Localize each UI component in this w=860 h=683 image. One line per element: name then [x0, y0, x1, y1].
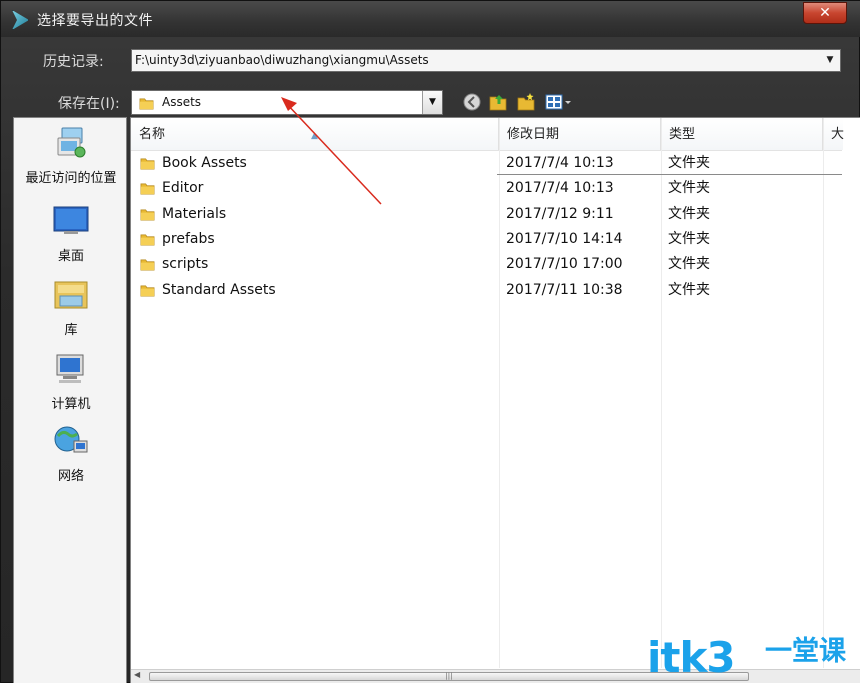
file-type: 文件夹: [668, 282, 710, 298]
history-value: F:\uinty3d\ziyuanbao\diwuzhang\xiangmu\A…: [135, 53, 429, 67]
file-date: 2017/7/11 10:38: [506, 282, 623, 298]
horizontal-scrollbar[interactable]: ◀ |||: [131, 669, 860, 683]
export-file-dialog: 选择要导出的文件 ✕ 历史记录: F:\uinty3d\ziyuanbao\di…: [0, 0, 860, 683]
file-type: 文件夹: [668, 155, 710, 171]
sidebar-item-label: 网络: [57, 469, 84, 484]
desktop-icon: [53, 206, 89, 234]
computer-icon: [56, 354, 84, 383]
sidebar-item-network[interactable]: 网络: [14, 424, 128, 484]
file-date: 2017/7/10 17:00: [506, 256, 623, 272]
file-type: 文件夹: [668, 256, 710, 272]
file-row[interactable]: Book Assets 2017/7/4 10:13 文件夹: [132, 151, 842, 176]
folder-icon: [139, 98, 154, 110]
app-icon: [12, 10, 29, 30]
chevron-down-icon[interactable]: ▼: [822, 52, 838, 69]
folder-icon: [140, 158, 155, 170]
file-type: 文件夹: [668, 180, 710, 196]
sidebar-item-desktop[interactable]: 桌面: [14, 204, 128, 264]
sidebar-item-libraries[interactable]: 库: [14, 278, 128, 338]
up-folder-icon[interactable]: [487, 91, 509, 113]
file-row[interactable]: scripts 2017/7/10 17:00 文件夹: [132, 252, 842, 277]
save-in-combobox[interactable]: Assets ▼: [131, 90, 443, 115]
file-type: 文件夹: [668, 231, 710, 247]
file-row[interactable]: Editor 2017/7/4 10:13 文件夹: [132, 176, 842, 201]
file-type: 文件夹: [668, 206, 710, 222]
watermark-subtitle: 一堂课: [765, 636, 846, 667]
file-date: 2017/7/4 10:13: [506, 180, 614, 196]
libraries-icon: [54, 281, 88, 309]
watermark-logo: itk3: [647, 633, 736, 682]
history-combobox[interactable]: F:\uinty3d\ziyuanbao\diwuzhang\xiangmu\A…: [131, 49, 841, 72]
file-date: 2017/7/4 10:13: [506, 155, 614, 171]
view-menu-icon[interactable]: [544, 91, 574, 113]
sidebar-item-label: 库: [64, 323, 78, 338]
window-title: 选择要导出的文件: [37, 13, 153, 29]
close-button[interactable]: ✕: [803, 2, 847, 24]
column-header-name[interactable]: 名称 ▲: [131, 118, 499, 150]
new-folder-icon[interactable]: [515, 91, 537, 113]
back-icon[interactable]: [461, 91, 483, 113]
network-icon: [54, 426, 88, 453]
file-row[interactable]: prefabs 2017/7/10 14:14 文件夹: [132, 227, 842, 252]
folder-icon: [140, 234, 155, 246]
file-row[interactable]: Materials 2017/7/12 9:11 文件夹: [132, 202, 842, 227]
sort-ascending-icon: ▲: [311, 131, 318, 141]
file-list: 名称 ▲ 修改日期 类型 大 Book Assets 2017/7/4 10:1…: [130, 117, 860, 683]
column-header-date[interactable]: 修改日期: [499, 118, 661, 150]
file-date: 2017/7/10 14:14: [506, 231, 623, 247]
folder-icon: [140, 209, 155, 221]
save-in-value: Assets: [162, 95, 202, 109]
history-label: 历史记录:: [43, 54, 104, 70]
column-header-type[interactable]: 类型: [661, 118, 823, 150]
file-name: Book Assets: [162, 155, 247, 171]
sidebar-item-recent[interactable]: 最近访问的位置: [14, 126, 128, 186]
folder-icon: [140, 259, 155, 271]
column-header-size[interactable]: 大: [823, 118, 844, 150]
title-bar: 选择要导出的文件 ✕: [1, 1, 860, 37]
file-row[interactable]: Standard Assets 2017/7/11 10:38 文件夹: [132, 278, 842, 303]
recent-places-icon: [57, 127, 86, 158]
folder-icon: [140, 183, 155, 195]
file-name: Standard Assets: [162, 282, 276, 298]
chevron-down-icon[interactable]: ▼: [422, 91, 442, 114]
folder-icon: [140, 285, 155, 297]
sidebar-item-label: 计算机: [51, 397, 91, 412]
scroll-left-icon[interactable]: ◀: [134, 670, 140, 679]
file-name: scripts: [162, 256, 209, 272]
file-date: 2017/7/12 9:11: [506, 206, 614, 222]
file-name: Materials: [162, 206, 227, 222]
sidebar-item-computer[interactable]: 计算机: [14, 352, 128, 412]
save-in-label: 保存在(I):: [58, 96, 120, 112]
sidebar-item-label: 最近访问的位置: [25, 171, 117, 186]
places-sidebar: 最近访问的位置 桌面 库 计算机 网络: [13, 117, 127, 683]
file-name: prefabs: [162, 231, 215, 247]
sidebar-item-label: 桌面: [57, 249, 84, 264]
column-header-label: 名称: [139, 127, 166, 142]
file-name: Editor: [162, 180, 204, 196]
